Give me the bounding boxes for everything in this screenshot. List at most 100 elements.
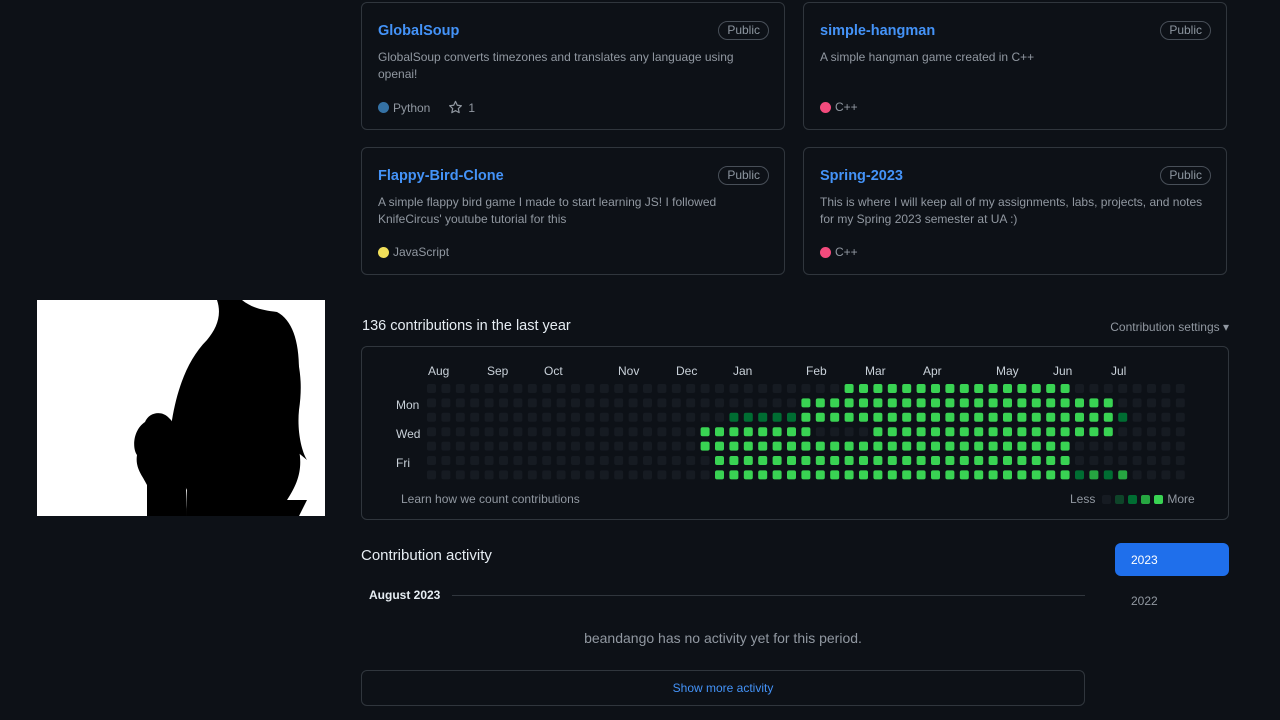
contribution-day[interactable]	[1031, 456, 1041, 465]
contribution-day[interactable]	[873, 470, 883, 480]
contribution-day[interactable]	[599, 441, 609, 451]
contribution-day[interactable]	[815, 427, 825, 437]
contribution-day[interactable]	[1046, 427, 1056, 437]
contribution-day[interactable]	[787, 456, 796, 465]
contribution-day[interactable]	[1132, 427, 1142, 437]
contribution-day[interactable]	[1147, 412, 1156, 422]
contribution-day[interactable]	[1017, 384, 1027, 393]
contribution-day[interactable]	[959, 412, 969, 422]
contribution-day[interactable]	[1017, 441, 1027, 451]
contribution-day[interactable]	[671, 456, 681, 465]
contribution-day[interactable]	[902, 384, 912, 393]
contribution-day[interactable]	[542, 441, 552, 451]
contribution-day[interactable]	[859, 384, 868, 393]
contribution-day[interactable]	[916, 470, 926, 480]
contribution-day[interactable]	[1075, 427, 1084, 437]
contribution-day[interactable]	[931, 412, 940, 422]
contribution-day[interactable]	[887, 384, 897, 393]
contribution-day[interactable]	[873, 441, 883, 451]
contribution-day[interactable]	[801, 470, 811, 480]
contribution-day[interactable]	[657, 427, 667, 437]
contribution-day[interactable]	[1060, 456, 1070, 465]
contribution-day[interactable]	[441, 456, 451, 465]
contribution-day[interactable]	[902, 441, 912, 451]
contribution-day[interactable]	[1060, 441, 1070, 451]
contribution-day[interactable]	[628, 412, 638, 422]
contribution-day[interactable]	[441, 384, 451, 393]
contribution-day[interactable]	[743, 384, 753, 393]
contribution-day[interactable]	[1147, 441, 1156, 451]
contribution-day[interactable]	[729, 427, 739, 437]
contribution-day[interactable]	[729, 441, 739, 451]
contribution-day[interactable]	[513, 427, 523, 437]
contribution-day[interactable]	[657, 384, 667, 393]
contribution-day[interactable]	[499, 441, 508, 451]
contribution-day[interactable]	[671, 398, 681, 408]
contribution-day[interactable]	[916, 412, 926, 422]
contribution-day[interactable]	[599, 456, 609, 465]
contribution-day[interactable]	[729, 412, 739, 422]
contribution-day[interactable]	[988, 470, 998, 480]
contribution-day[interactable]	[686, 470, 696, 480]
contribution-day[interactable]	[1031, 398, 1041, 408]
contribution-day[interactable]	[427, 441, 436, 451]
contribution-day[interactable]	[527, 470, 537, 480]
contribution-day[interactable]	[556, 456, 566, 465]
contribution-day[interactable]	[556, 384, 566, 393]
contribution-day[interactable]	[931, 398, 940, 408]
contribution-day[interactable]	[1175, 384, 1185, 393]
contribution-day[interactable]	[527, 456, 537, 465]
contribution-day[interactable]	[427, 456, 436, 465]
contribution-day[interactable]	[542, 456, 552, 465]
contribution-day[interactable]	[484, 384, 494, 393]
contribution-day[interactable]	[715, 398, 724, 408]
contribution-day[interactable]	[988, 456, 998, 465]
contribution-day[interactable]	[758, 441, 768, 451]
contribution-day[interactable]	[902, 412, 912, 422]
contribution-day[interactable]	[859, 470, 868, 480]
contribution-day[interactable]	[542, 384, 552, 393]
contribution-day[interactable]	[614, 441, 624, 451]
contribution-day[interactable]	[1046, 412, 1056, 422]
contribution-day[interactable]	[801, 427, 811, 437]
contribution-day[interactable]	[1103, 456, 1113, 465]
contribution-day[interactable]	[542, 427, 552, 437]
contribution-day[interactable]	[628, 470, 638, 480]
contribution-day[interactable]	[1161, 412, 1171, 422]
contribution-day[interactable]	[1118, 398, 1128, 408]
contribution-day[interactable]	[1132, 441, 1142, 451]
contribution-day[interactable]	[758, 470, 768, 480]
contribution-day[interactable]	[599, 470, 609, 480]
contribution-day[interactable]	[959, 470, 969, 480]
contribution-day[interactable]	[1060, 398, 1070, 408]
contribution-day[interactable]	[715, 441, 724, 451]
contribution-day[interactable]	[887, 412, 897, 422]
contribution-day[interactable]	[1118, 456, 1128, 465]
contribution-day[interactable]	[1147, 470, 1156, 480]
contribution-day[interactable]	[1161, 398, 1171, 408]
contribution-day[interactable]	[1003, 427, 1012, 437]
contribution-day[interactable]	[772, 384, 782, 393]
year-filter-2022[interactable]: 2022	[1131, 594, 1158, 608]
contribution-day[interactable]	[844, 456, 854, 465]
contribution-day[interactable]	[844, 441, 854, 451]
contribution-day[interactable]	[729, 398, 739, 408]
contribution-day[interactable]	[974, 470, 984, 480]
contribution-day[interactable]	[484, 412, 494, 422]
contribution-day[interactable]	[1046, 441, 1056, 451]
contribution-day[interactable]	[801, 398, 811, 408]
contribution-day[interactable]	[700, 456, 710, 465]
contribution-day[interactable]	[484, 470, 494, 480]
contribution-day[interactable]	[484, 398, 494, 408]
contribution-day[interactable]	[628, 384, 638, 393]
contribution-day[interactable]	[844, 398, 854, 408]
contribution-day[interactable]	[715, 470, 724, 480]
contribution-day[interactable]	[1132, 412, 1142, 422]
contribution-day[interactable]	[801, 456, 811, 465]
contribution-day[interactable]	[873, 412, 883, 422]
contribution-day[interactable]	[499, 384, 508, 393]
contribution-day[interactable]	[1046, 398, 1056, 408]
contribution-day[interactable]	[873, 456, 883, 465]
contribution-day[interactable]	[902, 470, 912, 480]
contribution-day[interactable]	[859, 412, 868, 422]
